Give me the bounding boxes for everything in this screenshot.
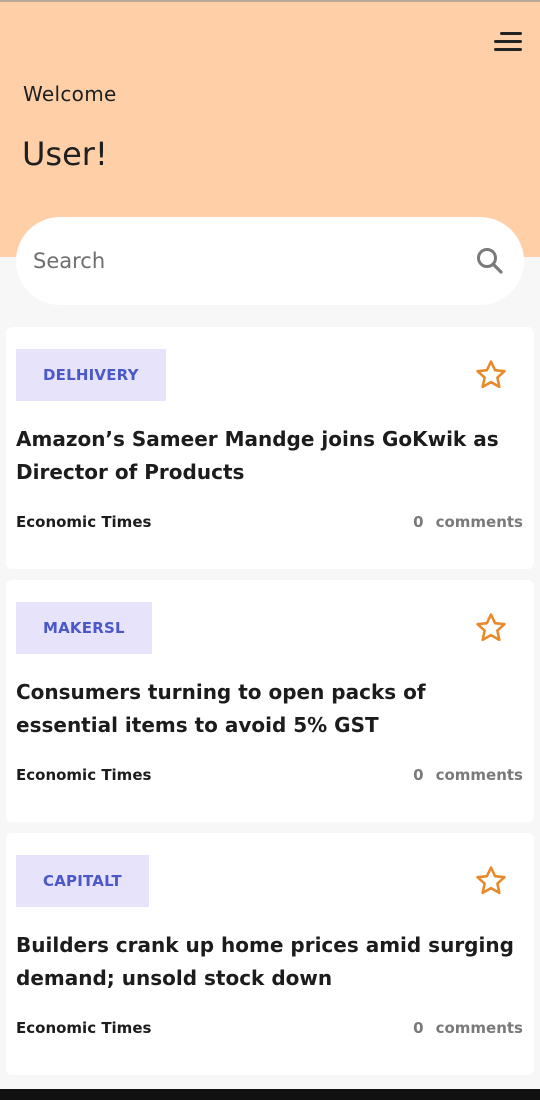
search-bar	[16, 217, 524, 305]
comment-count: 0	[413, 766, 424, 784]
comments-link[interactable]: 0 comments	[413, 513, 523, 531]
comment-count: 0	[413, 513, 424, 531]
comments-link[interactable]: 0 comments	[413, 766, 523, 784]
comments-label: comments	[435, 766, 523, 784]
welcome-text: Welcome	[23, 82, 117, 106]
article-title[interactable]: Consumers turning to open packs of essen…	[16, 676, 526, 742]
search-input[interactable]	[33, 239, 453, 283]
article-title[interactable]: Builders crank up home prices amid surgi…	[16, 929, 526, 995]
comment-count: 0	[413, 1019, 424, 1037]
category-tag[interactable]: CAPITALT	[16, 855, 149, 907]
username-heading: User!	[22, 135, 108, 173]
comments-label: comments	[435, 1019, 523, 1037]
star-outline-icon[interactable]	[474, 358, 508, 392]
hamburger-menu-icon[interactable]	[492, 30, 522, 54]
article-source: Economic Times	[16, 513, 152, 531]
search-icon[interactable]	[474, 245, 506, 277]
comments-label: comments	[435, 513, 523, 531]
article-source: Economic Times	[16, 1019, 152, 1037]
category-tag[interactable]: MAKERSL	[16, 602, 152, 654]
category-tag[interactable]: DELHIVERY	[16, 349, 166, 401]
menu-line	[494, 40, 522, 43]
system-nav-bar	[0, 1089, 540, 1100]
article-source: Economic Times	[16, 766, 152, 784]
article-card[interactable]: MAKERSL Consumers turning to open packs …	[6, 580, 534, 822]
menu-line	[500, 32, 522, 35]
article-title[interactable]: Amazon’s Sameer Mandge joins GoKwik as D…	[16, 423, 526, 489]
article-card[interactable]: DELHIVERY Amazon’s Sameer Mandge joins G…	[6, 327, 534, 569]
star-outline-icon[interactable]	[474, 864, 508, 898]
comments-link[interactable]: 0 comments	[413, 1019, 523, 1037]
menu-line	[494, 48, 522, 51]
star-outline-icon[interactable]	[474, 611, 508, 645]
article-card[interactable]: CAPITALT Builders crank up home prices a…	[6, 833, 534, 1075]
